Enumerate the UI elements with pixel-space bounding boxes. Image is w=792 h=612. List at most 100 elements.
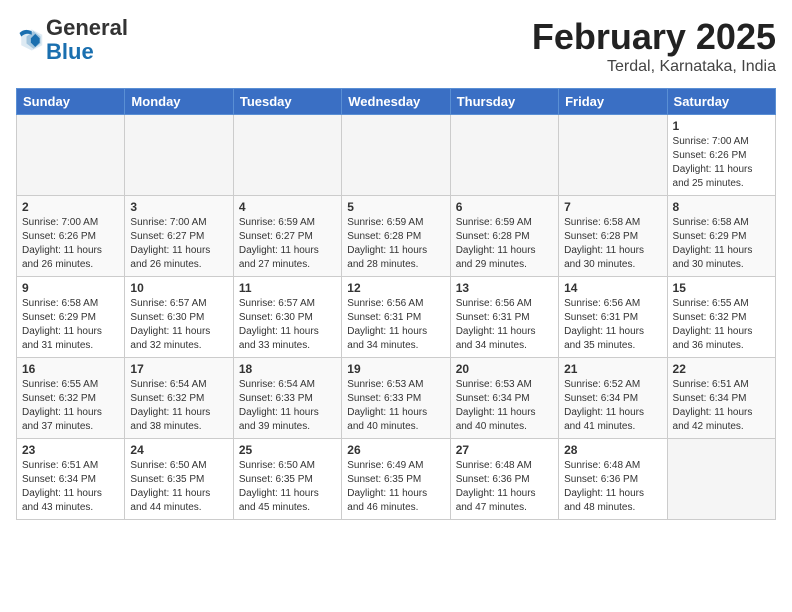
logo-icon [16, 26, 44, 54]
calendar-cell [667, 439, 775, 520]
day-info: Sunrise: 6:59 AM Sunset: 6:28 PM Dayligh… [456, 216, 553, 272]
day-info: Sunrise: 6:52 AM Sunset: 6:34 PM Dayligh… [564, 378, 661, 434]
calendar-cell [125, 115, 233, 196]
page-header: General Blue February 2025 Terdal, Karna… [16, 16, 776, 76]
day-number: 8 [673, 200, 770, 214]
calendar-cell [342, 115, 450, 196]
day-info: Sunrise: 6:48 AM Sunset: 6:36 PM Dayligh… [456, 459, 553, 515]
day-number: 27 [456, 443, 553, 457]
calendar-cell: 27 Sunrise: 6:48 AM Sunset: 6:36 PM Dayli… [450, 439, 558, 520]
day-number: 12 [347, 281, 444, 295]
weekday-header-sunday: Sunday [17, 89, 125, 115]
calendar-cell: 22 Sunrise: 6:51 AM Sunset: 6:34 PM Dayli… [667, 358, 775, 439]
day-info: Sunrise: 6:58 AM Sunset: 6:28 PM Dayligh… [564, 216, 661, 272]
day-number: 24 [130, 443, 227, 457]
calendar-week-row: 23Sunrise: 6:51 AM Sunset: 6:34 PM Dayli… [17, 439, 776, 520]
day-info: Sunrise: 6:59 AM Sunset: 6:27 PM Dayligh… [239, 216, 336, 272]
calendar-cell: 25 Sunrise: 6:50 AM Sunset: 6:35 PM Dayli… [233, 439, 341, 520]
calendar-cell: 28 Sunrise: 6:48 AM Sunset: 6:36 PM Dayli… [559, 439, 667, 520]
calendar-cell: 8 Sunrise: 6:58 AM Sunset: 6:29 PM Daylig… [667, 196, 775, 277]
calendar-cell [233, 115, 341, 196]
month-title: February 2025 [532, 16, 776, 58]
day-number: 25 [239, 443, 336, 457]
calendar-cell: 12 Sunrise: 6:56 AM Sunset: 6:31 PM Dayli… [342, 277, 450, 358]
day-info: Sunrise: 6:56 AM Sunset: 6:31 PM Dayligh… [564, 297, 661, 353]
calendar-cell: 3 Sunrise: 7:00 AM Sunset: 6:27 PM Daylig… [125, 196, 233, 277]
day-info: Sunrise: 6:58 AM Sunset: 6:29 PM Dayligh… [673, 216, 770, 272]
day-number: 1 [673, 119, 770, 133]
day-info: Sunrise: 6:53 AM Sunset: 6:34 PM Dayligh… [456, 378, 553, 434]
day-number: 15 [673, 281, 770, 295]
day-number: 19 [347, 362, 444, 376]
calendar-cell: 9Sunrise: 6:58 AM Sunset: 6:29 PM Daylig… [17, 277, 125, 358]
calendar-cell: 23Sunrise: 6:51 AM Sunset: 6:34 PM Dayli… [17, 439, 125, 520]
day-info: Sunrise: 7:00 AM Sunset: 6:27 PM Dayligh… [130, 216, 227, 272]
calendar-cell [559, 115, 667, 196]
calendar-week-row: 2Sunrise: 7:00 AM Sunset: 6:26 PM Daylig… [17, 196, 776, 277]
calendar-cell: 10 Sunrise: 6:57 AM Sunset: 6:30 PM Dayli… [125, 277, 233, 358]
logo-blue-text: Blue [46, 39, 94, 64]
day-info: Sunrise: 6:49 AM Sunset: 6:35 PM Dayligh… [347, 459, 444, 515]
day-info: Sunrise: 6:57 AM Sunset: 6:30 PM Dayligh… [239, 297, 336, 353]
calendar-cell: 17Sunrise: 6:54 AM Sunset: 6:32 PM Dayli… [125, 358, 233, 439]
day-number: 10 [130, 281, 227, 295]
weekday-header-row: SundayMondayTuesdayWednesdayThursdayFrid… [17, 89, 776, 115]
day-number: 16 [22, 362, 119, 376]
calendar-cell: 1 Sunrise: 7:00 AM Sunset: 6:26 PM Daylig… [667, 115, 775, 196]
calendar-cell: 26 Sunrise: 6:49 AM Sunset: 6:35 PM Dayli… [342, 439, 450, 520]
day-number: 3 [130, 200, 227, 214]
day-info: Sunrise: 6:51 AM Sunset: 6:34 PM Dayligh… [22, 459, 119, 515]
calendar-cell: 5 Sunrise: 6:59 AM Sunset: 6:28 PM Daylig… [342, 196, 450, 277]
day-info: Sunrise: 6:50 AM Sunset: 6:35 PM Dayligh… [130, 459, 227, 515]
calendar-table: SundayMondayTuesdayWednesdayThursdayFrid… [16, 88, 776, 520]
day-info: Sunrise: 6:58 AM Sunset: 6:29 PM Dayligh… [22, 297, 119, 353]
weekday-header-friday: Friday [559, 89, 667, 115]
day-info: Sunrise: 6:55 AM Sunset: 6:32 PM Dayligh… [673, 297, 770, 353]
day-number: 28 [564, 443, 661, 457]
calendar-cell: 15 Sunrise: 6:55 AM Sunset: 6:32 PM Dayli… [667, 277, 775, 358]
day-number: 5 [347, 200, 444, 214]
calendar-week-row: 1 Sunrise: 7:00 AM Sunset: 6:26 PM Daylig… [17, 115, 776, 196]
calendar-cell: 6 Sunrise: 6:59 AM Sunset: 6:28 PM Daylig… [450, 196, 558, 277]
day-info: Sunrise: 6:54 AM Sunset: 6:33 PM Dayligh… [239, 378, 336, 434]
day-info: Sunrise: 7:00 AM Sunset: 6:26 PM Dayligh… [673, 135, 770, 191]
day-info: Sunrise: 6:51 AM Sunset: 6:34 PM Dayligh… [673, 378, 770, 434]
weekday-header-wednesday: Wednesday [342, 89, 450, 115]
calendar-cell: 14 Sunrise: 6:56 AM Sunset: 6:31 PM Dayli… [559, 277, 667, 358]
calendar-cell: 21 Sunrise: 6:52 AM Sunset: 6:34 PM Dayli… [559, 358, 667, 439]
day-number: 21 [564, 362, 661, 376]
calendar-cell: 4 Sunrise: 6:59 AM Sunset: 6:27 PM Daylig… [233, 196, 341, 277]
location: Terdal, Karnataka, India [532, 58, 776, 76]
day-number: 14 [564, 281, 661, 295]
calendar-cell: 20 Sunrise: 6:53 AM Sunset: 6:34 PM Dayli… [450, 358, 558, 439]
calendar-cell [17, 115, 125, 196]
calendar-cell: 11Sunrise: 6:57 AM Sunset: 6:30 PM Dayli… [233, 277, 341, 358]
calendar-cell: 7 Sunrise: 6:58 AM Sunset: 6:28 PM Daylig… [559, 196, 667, 277]
day-number: 4 [239, 200, 336, 214]
calendar-cell: 19 Sunrise: 6:53 AM Sunset: 6:33 PM Dayli… [342, 358, 450, 439]
day-number: 7 [564, 200, 661, 214]
weekday-header-saturday: Saturday [667, 89, 775, 115]
day-number: 18 [239, 362, 336, 376]
day-info: Sunrise: 6:55 AM Sunset: 6:32 PM Dayligh… [22, 378, 119, 434]
day-number: 22 [673, 362, 770, 376]
day-number: 6 [456, 200, 553, 214]
calendar-week-row: 9Sunrise: 6:58 AM Sunset: 6:29 PM Daylig… [17, 277, 776, 358]
day-number: 20 [456, 362, 553, 376]
day-number: 26 [347, 443, 444, 457]
calendar-cell [450, 115, 558, 196]
day-info: Sunrise: 6:59 AM Sunset: 6:28 PM Dayligh… [347, 216, 444, 272]
weekday-header-monday: Monday [125, 89, 233, 115]
day-number: 17 [130, 362, 227, 376]
day-info: Sunrise: 6:48 AM Sunset: 6:36 PM Dayligh… [564, 459, 661, 515]
weekday-header-tuesday: Tuesday [233, 89, 341, 115]
calendar-cell: 24 Sunrise: 6:50 AM Sunset: 6:35 PM Dayli… [125, 439, 233, 520]
logo: General Blue [16, 16, 128, 64]
calendar-cell: 16 Sunrise: 6:55 AM Sunset: 6:32 PM Dayli… [17, 358, 125, 439]
day-info: Sunrise: 6:53 AM Sunset: 6:33 PM Dayligh… [347, 378, 444, 434]
title-block: February 2025 Terdal, Karnataka, India [532, 16, 776, 76]
day-info: Sunrise: 6:57 AM Sunset: 6:30 PM Dayligh… [130, 297, 227, 353]
day-info: Sunrise: 6:50 AM Sunset: 6:35 PM Dayligh… [239, 459, 336, 515]
day-info: Sunrise: 6:56 AM Sunset: 6:31 PM Dayligh… [347, 297, 444, 353]
weekday-header-thursday: Thursday [450, 89, 558, 115]
